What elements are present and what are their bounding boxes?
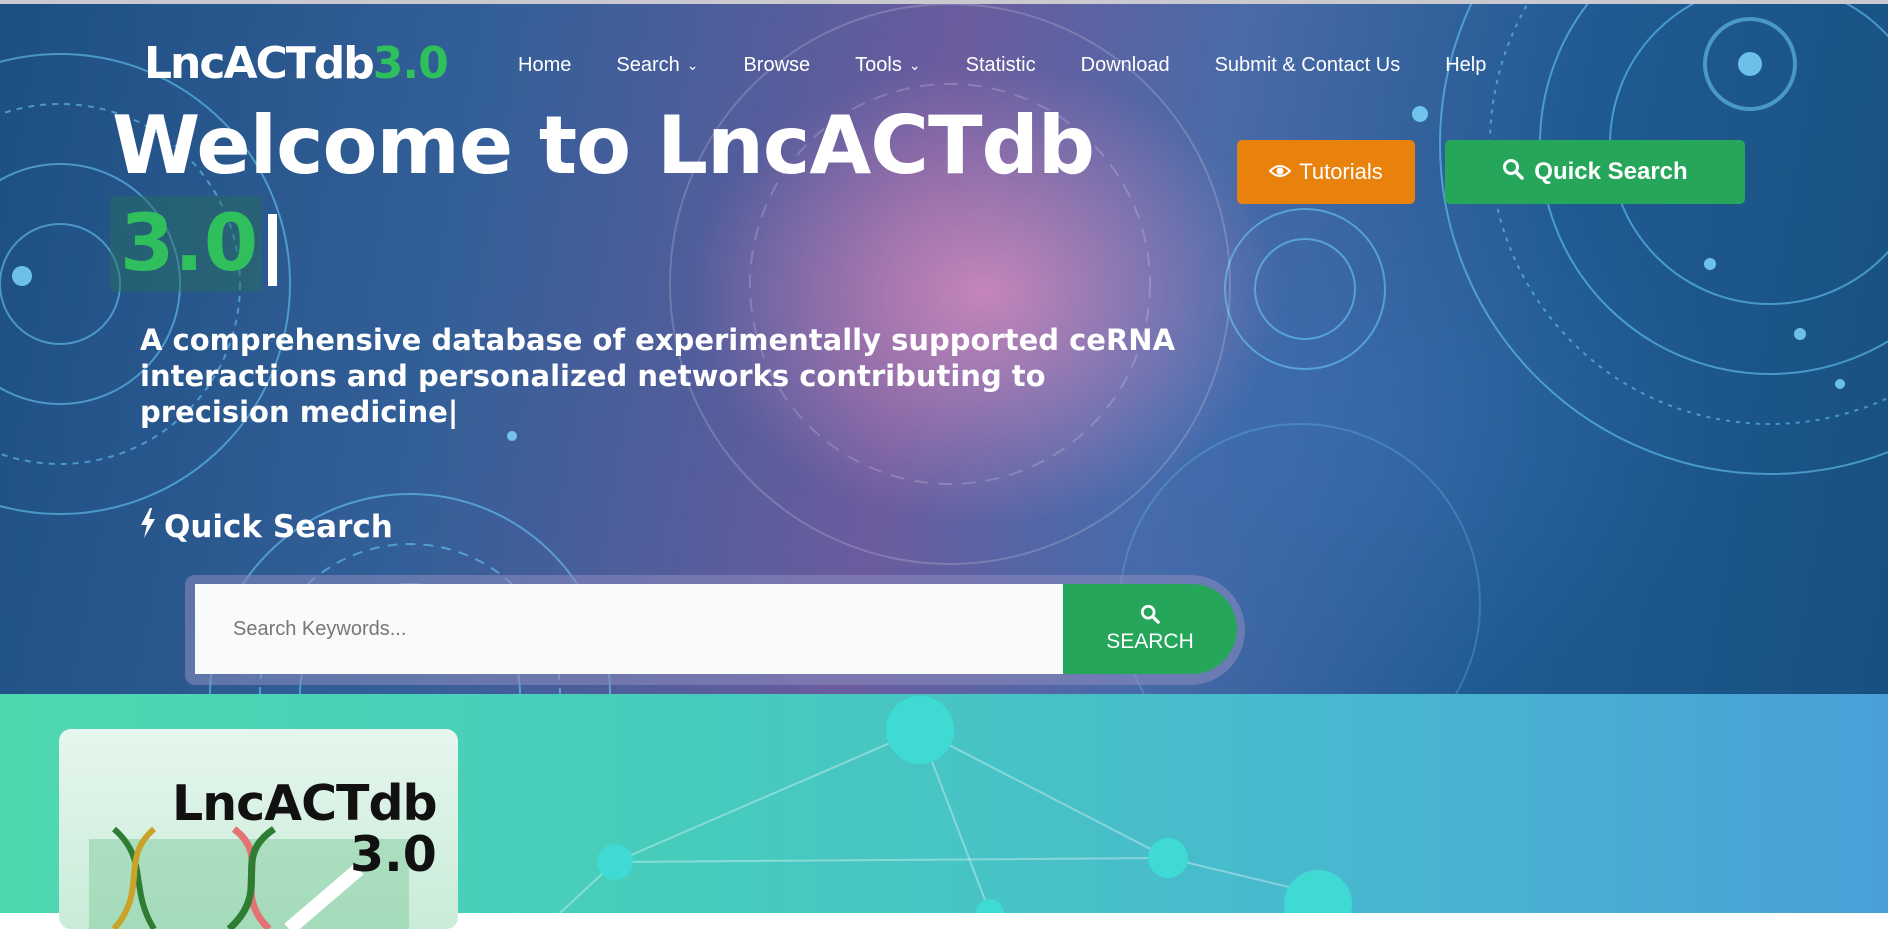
eye-icon	[1268, 159, 1292, 185]
nav-tools-label: Tools	[855, 54, 902, 76]
quick-search-label: Quick Search	[1534, 158, 1688, 185]
nav-help[interactable]: Help	[1445, 54, 1486, 77]
card-version: 3.0	[350, 826, 437, 883]
card-title: LncACTdb	[172, 775, 438, 832]
chevron-down-icon: ⌄	[686, 57, 699, 73]
nav-home[interactable]: Home	[518, 54, 571, 77]
nav-browse[interactable]: Browse	[743, 54, 810, 77]
nav-help-label: Help	[1445, 54, 1487, 76]
logo-version: 3.0	[372, 38, 449, 89]
tutorials-label: Tutorials	[1299, 159, 1383, 184]
main-nav: Home Search ⌄ Browse Tools ⌄ Statistic Dow…	[518, 54, 1531, 77]
nav-download[interactable]: Download	[1081, 54, 1170, 77]
hero-version: 3.0	[120, 199, 259, 289]
nav-search-label: Search	[616, 54, 680, 76]
logo-name: LncACTdb	[144, 38, 375, 89]
nav-search[interactable]: Search ⌄	[616, 54, 698, 77]
bolt-icon	[140, 508, 156, 546]
search-icon	[1140, 604, 1160, 630]
hero-subtitle: A comprehensive database of experimental…	[140, 323, 1176, 429]
search-icon	[1502, 158, 1525, 187]
search-input[interactable]	[195, 584, 1063, 674]
quick-search-button[interactable]: Quick Search	[1445, 140, 1745, 204]
tutorials-button[interactable]: Tutorials	[1237, 140, 1415, 204]
nav-download-label: Download	[1080, 54, 1170, 76]
nav-submit-contact[interactable]: Submit & Contact Us	[1215, 54, 1401, 77]
nav-home-label: Home	[518, 54, 572, 76]
search-button-label: SEARCH	[1106, 630, 1194, 653]
quick-search-heading-text: Quick Search	[164, 509, 393, 545]
nav-statistic-label: Statistic	[965, 54, 1036, 76]
quick-search-heading: Quick Search	[140, 508, 393, 546]
nav-submit-label: Submit & Contact Us	[1214, 54, 1401, 76]
nav-browse-label: Browse	[743, 54, 811, 76]
typing-caret	[268, 214, 277, 286]
nav-statistic[interactable]: Statistic	[966, 54, 1036, 77]
hero-title: Welcome to LncACTdb	[112, 99, 1095, 192]
nav-tools[interactable]: Tools ⌄	[855, 54, 920, 77]
chevron-down-icon: ⌄	[908, 57, 921, 73]
search-button[interactable]: SEARCH	[1063, 584, 1237, 674]
site-logo[interactable]: LncACTdb3.0	[144, 38, 449, 89]
